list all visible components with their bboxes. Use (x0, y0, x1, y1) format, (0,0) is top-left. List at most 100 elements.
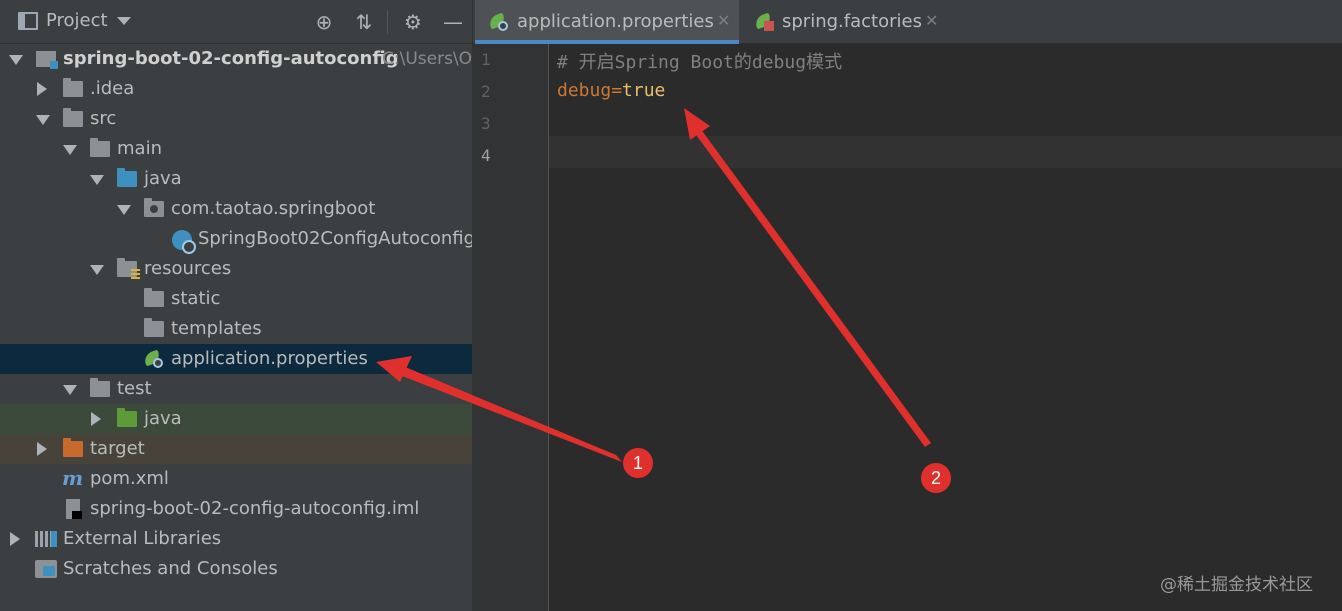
chevron-down-icon[interactable] (9, 55, 23, 65)
tree-item-main-class[interactable]: SpringBoot02ConfigAutoconfig. (0, 224, 472, 254)
tab-spring-factories[interactable]: spring.factories ✕ (741, 0, 947, 44)
tree-item-label: main (117, 138, 162, 159)
project-panel: Project ⊕ ⇅ ⚙ — spring-boot-02-config-au… (0, 0, 472, 611)
project-icon (18, 12, 38, 30)
tree-item-iml[interactable]: spring-boot-02-config-autoconfig.iml (0, 494, 472, 524)
line-number-gutter: 1 2 3 4 (473, 44, 548, 611)
tree-item-label: spring-boot-02-config-autoconfig.iml (90, 498, 420, 519)
tab-application-properties[interactable]: application.properties ✕ (475, 0, 739, 44)
module-icon (36, 51, 58, 69)
tree-item-label: test (117, 378, 152, 399)
code-line-1[interactable]: # 开启Spring Boot的debug模式 (549, 44, 1342, 76)
folder-icon (63, 108, 83, 127)
chevron-right-icon[interactable] (37, 82, 47, 96)
libraries-icon (35, 531, 57, 547)
chevron-down-icon[interactable] (63, 145, 77, 155)
tree-item-label: com.taotao.springboot (171, 198, 376, 219)
tab-label: spring.factories (782, 11, 922, 32)
caret-down-icon[interactable] (117, 17, 131, 25)
spring-factories-icon (753, 12, 775, 31)
maven-icon: m (62, 466, 84, 490)
module-path: C:\Users\O (382, 49, 472, 69)
tree-item-pom[interactable]: m pom.xml (0, 464, 472, 494)
tree-item-static[interactable]: static (0, 284, 472, 314)
tree-item-label: Scratches and Consoles (63, 558, 278, 579)
header-divider (387, 10, 388, 34)
tree-item-main[interactable]: main (0, 134, 472, 164)
spring-properties-icon (142, 349, 164, 368)
editor-area: application.properties ✕ spring.factorie… (472, 0, 1342, 611)
package-icon (144, 198, 164, 217)
folder-icon (144, 288, 164, 307)
close-icon[interactable]: ✕ (925, 11, 938, 30)
folder-icon (90, 378, 110, 397)
folder-icon (144, 318, 164, 337)
chevron-down-icon[interactable] (90, 175, 104, 185)
property-value: true (622, 80, 666, 101)
chevron-down-icon[interactable] (36, 115, 50, 125)
tree-item-label: spring-boot-02-config-autoconfig (63, 48, 399, 69)
tree-item-test[interactable]: test (0, 374, 472, 404)
spring-properties-icon (487, 12, 509, 31)
tree-item-label: resources (144, 258, 232, 279)
line-number: 2 (481, 82, 491, 101)
chevron-right-icon[interactable] (10, 532, 20, 546)
resources-folder-icon (117, 258, 140, 279)
close-icon[interactable]: ✕ (717, 11, 730, 30)
tree-item-label: static (171, 288, 221, 309)
minimize-icon[interactable]: — (441, 10, 465, 34)
watermark: @稀土掘金技术社区 (1160, 575, 1313, 595)
scratches-icon (35, 560, 57, 578)
tree-item-application-properties[interactable]: application.properties (0, 344, 472, 374)
tree-item-label: templates (171, 318, 262, 339)
line-number: 3 (481, 114, 491, 133)
project-panel-header: Project ⊕ ⇅ ⚙ — (0, 0, 472, 44)
module-file-icon (66, 499, 82, 519)
folder-icon (90, 138, 110, 157)
property-equals: = (611, 80, 623, 101)
test-folder-icon (117, 408, 137, 427)
tree-item-label: src (90, 108, 117, 129)
chevron-right-icon[interactable] (37, 442, 47, 456)
chevron-down-icon[interactable] (90, 265, 104, 275)
tree-item-target[interactable]: target (0, 434, 472, 464)
annotation-badge-2: 2 (921, 463, 951, 493)
tree-item-resources[interactable]: resources (0, 254, 472, 284)
gear-icon[interactable]: ⚙ (401, 10, 425, 34)
line-number: 4 (481, 146, 491, 165)
tree-item-label: java (144, 408, 182, 429)
spring-class-icon (172, 230, 196, 254)
editor-tabs: application.properties ✕ spring.factorie… (473, 0, 1342, 44)
tree-item-test-java[interactable]: java (0, 404, 472, 434)
code-line-2[interactable]: debug=true (549, 76, 1342, 108)
chevron-down-icon[interactable] (63, 385, 77, 395)
tree-item-java[interactable]: java (0, 164, 472, 194)
tree-item-external-libraries[interactable]: External Libraries (0, 524, 472, 554)
tree-item-label: java (144, 168, 182, 189)
chevron-right-icon[interactable] (91, 412, 101, 426)
tree-item-package[interactable]: com.taotao.springboot (0, 194, 472, 224)
code-line-4-current[interactable] (549, 136, 1342, 168)
tree-item-src[interactable]: src (0, 104, 472, 134)
tree-item-templates[interactable]: templates (0, 314, 472, 344)
tab-label: application.properties (517, 11, 714, 32)
tree-item-label: External Libraries (63, 528, 222, 549)
annotation-badge-1: 1 (623, 448, 653, 478)
tree-item-label: SpringBoot02ConfigAutoconfig. (198, 228, 472, 249)
excluded-folder-icon (63, 438, 83, 457)
source-folder-icon (117, 168, 137, 187)
tree-item-label: .idea (90, 78, 135, 99)
project-panel-title[interactable]: Project (46, 10, 108, 31)
chevron-down-icon[interactable] (117, 205, 131, 215)
tree-item-label: application.properties (171, 348, 368, 369)
tree-item-idea[interactable]: .idea (0, 74, 472, 104)
tree-item-scratches[interactable]: Scratches and Consoles (0, 554, 472, 584)
line-number: 1 (481, 50, 491, 69)
comment-text: # 开启Spring Boot的debug模式 (557, 52, 843, 73)
property-key: debug (557, 80, 612, 101)
tree-item-module-root[interactable]: spring-boot-02-config-autoconfig C:\User… (0, 44, 472, 74)
tree-item-label: target (90, 438, 145, 459)
locate-icon[interactable]: ⊕ (312, 10, 336, 34)
collapse-all-icon[interactable]: ⇅ (352, 10, 376, 34)
code-editor[interactable]: # 开启Spring Boot的debug模式 debug=true (549, 44, 1342, 611)
